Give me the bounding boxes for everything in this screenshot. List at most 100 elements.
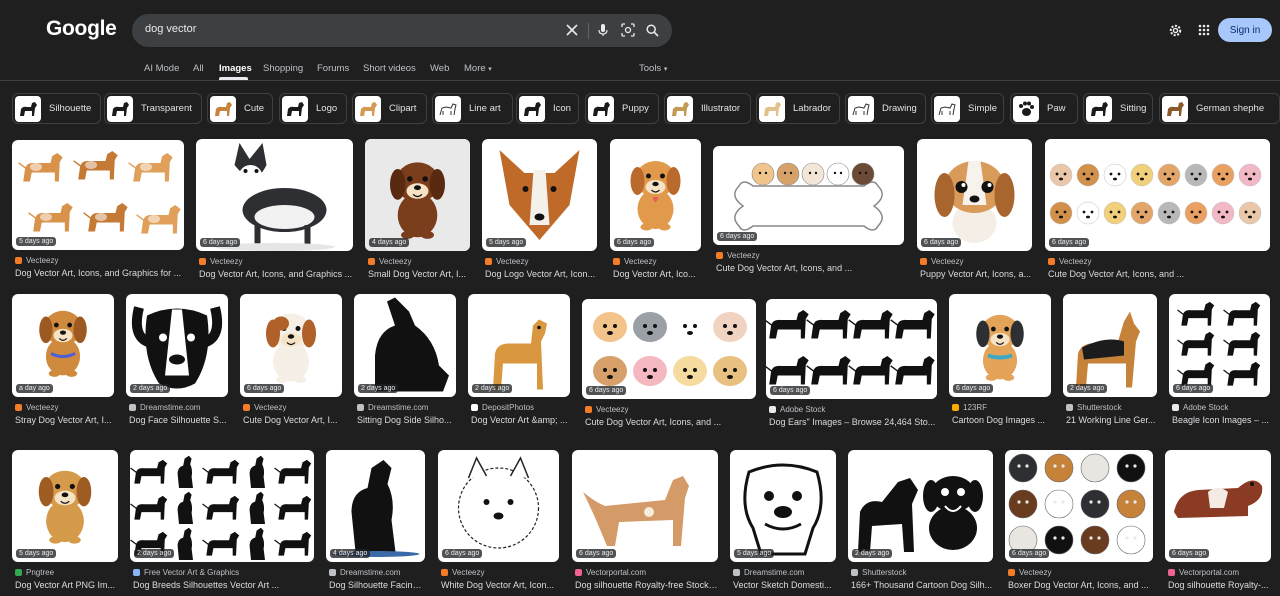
result-source[interactable]: Vecteezy (15, 256, 58, 265)
result-image[interactable]: 6 days ago (917, 139, 1032, 251)
chip-line-art[interactable]: Line art (432, 93, 513, 124)
result-source[interactable]: Vecteezy (243, 403, 286, 412)
result-image[interactable]: 4 days ago (326, 450, 425, 562)
result-card[interactable]: 6 days ago Vectorportal.com Dog silhouette… (1165, 450, 1271, 596)
result-image[interactable]: 6 days ago (438, 450, 559, 562)
tab-more[interactable]: More ▾ (464, 63, 492, 74)
result-card[interactable]: 6 days ago Adobe Stock Beagle Icon Images … (1169, 294, 1270, 435)
result-title[interactable]: Boxer Dog Vector Art, Icons, and ... (1008, 580, 1153, 590)
result-title[interactable]: Dog Face Silhouette S... (129, 415, 228, 425)
result-card[interactable]: a day ago Vecteezy Stray Dog Vector Art, I… (12, 294, 114, 435)
result-card[interactable]: 5 days ago Pngtree Dog Vector Art PNG Im..… (12, 450, 118, 596)
sign-in-button[interactable]: Sign in (1218, 18, 1272, 42)
result-title[interactable]: White Dog Vector Art, Icon... (441, 580, 559, 590)
result-image[interactable]: 6 days ago (582, 299, 756, 399)
result-source[interactable]: Dreamstime.com (733, 568, 804, 577)
result-image[interactable]: 2 days ago (354, 294, 456, 397)
result-image[interactable]: 6 days ago (240, 294, 342, 397)
result-card[interactable]: 2 days ago Dreamstime.com Dog Face Silhoue… (126, 294, 228, 435)
result-card[interactable]: 2 days ago Free Vector Art & Graphics Dog … (130, 450, 314, 596)
result-source[interactable]: Adobe Stock (1172, 403, 1228, 412)
chip-illustrator[interactable]: Illustrator (664, 93, 751, 124)
result-title[interactable]: Dog Vector Art PNG Im... (15, 580, 118, 590)
tab-images[interactable]: Images (219, 63, 252, 74)
tab-ai-mode[interactable]: AI Mode (144, 63, 179, 74)
result-source[interactable]: Vecteezy (613, 257, 656, 266)
search-box[interactable]: dog vector (132, 14, 672, 47)
result-card[interactable]: 6 days ago Vecteezy Dog Vector Art, Icons,… (196, 139, 353, 289)
result-title[interactable]: 166+ Thousand Cartoon Dog Silh... (851, 580, 993, 590)
result-card[interactable]: 2 days ago Shutterstock 21 Working Line Ge… (1063, 294, 1157, 435)
result-card[interactable]: 6 days ago Vecteezy White Dog Vector Art, … (438, 450, 559, 596)
result-source[interactable]: Vecteezy (1048, 257, 1091, 266)
chip-simple[interactable]: Simple (931, 93, 1004, 124)
result-source[interactable]: Vecteezy (585, 405, 628, 414)
result-card[interactable]: 6 days ago Adobe Stock Dog Ears" Images – … (766, 299, 937, 437)
result-image[interactable]: 5 days ago (730, 450, 836, 562)
apps-grid-icon[interactable] (1195, 21, 1213, 39)
result-title[interactable]: Cute Dog Vector Art, Icons, and ... (585, 417, 756, 427)
result-title[interactable]: Stray Dog Vector Art, I... (15, 415, 114, 425)
result-title[interactable]: Dog Vector Art, Ico... (613, 269, 701, 279)
result-image[interactable]: 6 days ago (1045, 139, 1270, 251)
result-card[interactable]: 6 days ago Vecteezy Puppy Vector Art, Icon… (917, 139, 1032, 289)
result-image[interactable]: 2 days ago (468, 294, 570, 397)
result-title[interactable]: Cute Dog Vector Art, Icons, and ... (1048, 269, 1270, 279)
result-image[interactable]: 4 days ago (365, 139, 470, 251)
chip-sitting[interactable]: Sitting (1083, 93, 1153, 124)
tools-button[interactable]: Tools ▾ (639, 63, 667, 74)
result-image[interactable]: 6 days ago (766, 299, 937, 399)
result-title[interactable]: Dog Silhouette Facing... (329, 580, 425, 590)
result-title[interactable]: Dog Vector Art, Icons, and Graphics ... (199, 269, 353, 279)
result-title[interactable]: Dog Vector Art &amp; ... (471, 415, 570, 425)
result-source[interactable]: Vecteezy (199, 257, 242, 266)
result-title[interactable]: Dog Breeds Silhouettes Vector Art ... (133, 580, 314, 590)
result-source[interactable]: Free Vector Art & Graphics (133, 568, 239, 577)
result-title[interactable]: Dog Ears" Images – Browse 24,464 Sto... (769, 417, 937, 427)
result-image[interactable]: 2 days ago (1063, 294, 1157, 397)
result-title[interactable]: Cute Dog Vector Art, I... (243, 415, 342, 425)
result-card[interactable]: 4 days ago Vecteezy Small Dog Vector Art, … (365, 139, 470, 289)
result-source[interactable]: Vectorportal.com (575, 568, 646, 577)
result-image[interactable]: 5 days ago (482, 139, 597, 251)
result-source[interactable]: Pngtree (15, 568, 54, 577)
result-image[interactable]: 6 days ago (610, 139, 701, 251)
result-title[interactable]: 21 Working Line Ger... (1066, 415, 1157, 425)
result-image[interactable]: 2 days ago (126, 294, 228, 397)
chip-clipart[interactable]: Clipart (352, 93, 427, 124)
chip-german-shephe[interactable]: German shephe (1159, 93, 1280, 124)
result-source[interactable]: DepositPhotos (471, 403, 534, 412)
result-title[interactable]: Vector Sketch Domesti... (733, 580, 836, 590)
result-source[interactable]: Vecteezy (485, 257, 528, 266)
result-title[interactable]: Dog silhouette Royalty-... (1168, 580, 1271, 590)
result-image[interactable]: 6 days ago (1005, 450, 1153, 562)
search-icon[interactable] (643, 21, 661, 39)
result-source[interactable]: Vecteezy (1008, 568, 1051, 577)
chip-transparent[interactable]: Transparent (104, 93, 202, 124)
lens-camera-icon[interactable] (619, 21, 637, 39)
result-image[interactable]: 6 days ago (196, 139, 353, 251)
chip-silhouette[interactable]: Silhouette (12, 93, 101, 124)
result-card[interactable]: 5 days ago Dreamstime.com Vector Sketch Do… (730, 450, 836, 596)
chip-icon[interactable]: Icon (516, 93, 579, 124)
result-card[interactable]: 6 days ago Vecteezy Boxer Dog Vector Art, … (1005, 450, 1153, 596)
result-source[interactable]: Dreamstime.com (129, 403, 200, 412)
result-source[interactable]: Shutterstock (851, 568, 906, 577)
settings-gear-icon[interactable] (1166, 21, 1184, 39)
result-title[interactable]: Small Dog Vector Art, I... (368, 269, 470, 279)
result-title[interactable]: Cartoon Dog Images ... (952, 415, 1051, 425)
result-title[interactable]: Cute Dog Vector Art, Icons, and ... (716, 263, 904, 273)
result-title[interactable]: Sitting Dog Side Silho... (357, 415, 456, 425)
result-image[interactable]: 6 days ago (713, 146, 904, 245)
result-image[interactable]: 6 days ago (1169, 294, 1270, 397)
result-title[interactable]: Puppy Vector Art, Icons, a... (920, 269, 1032, 279)
result-image[interactable]: 6 days ago (1165, 450, 1271, 562)
result-source[interactable]: Shutterstock (1066, 403, 1121, 412)
result-source[interactable]: 123RF (952, 403, 987, 412)
tab-shopping[interactable]: Shopping (263, 63, 303, 74)
tab-all[interactable]: All (193, 63, 204, 74)
result-card[interactable]: 6 days ago Vectorportal.com Dog silhouette… (572, 450, 718, 596)
result-title[interactable]: Dog silhouette Royalty-free Stock ... (575, 580, 718, 590)
chip-paw[interactable]: Paw (1010, 93, 1078, 124)
tab-forums[interactable]: Forums (317, 63, 349, 74)
